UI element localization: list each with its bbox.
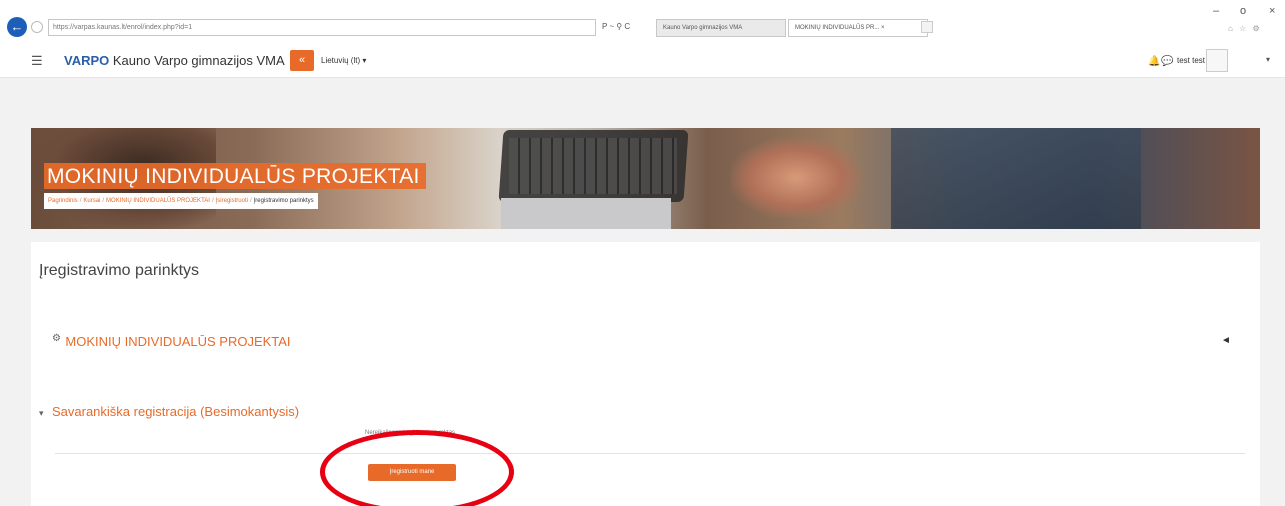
course-link-row[interactable]: ⚙ MOKINIŲ INDIVIDUALŪS PROJEKTAI [52,333,291,351]
enrolment-card: Įregistravimo parinktys ⚙ MOKINIŲ INDIVI… [31,242,1260,506]
menu-icon[interactable]: ☰ [31,53,43,69]
course-name-link[interactable]: MOKINIŲ INDIVIDUALŪS PROJEKTAI [65,334,290,349]
language-selector[interactable]: Lietuvių (lt) ▾ [321,56,366,65]
share-icon[interactable]: « [290,50,314,71]
breadcrumb-courses[interactable]: Kursai [83,198,100,204]
breadcrumb-home[interactable]: Pagrindinis [48,198,78,204]
course-banner-title: MOKINIŲ INDIVIDUALŪS PROJEKTAI [44,163,426,189]
browser-tool-icons[interactable]: ⌂ ☆ ⚙ [1228,24,1262,33]
breadcrumb-enrol[interactable]: Įsiregistruoti [216,198,248,204]
browser-tab-course[interactable]: MOKINIŲ INDIVIDUALŪS PR... × [788,19,928,37]
messages-icon[interactable]: 💬 [1161,56,1173,67]
maximize-button[interactable]: o [1240,5,1246,17]
breadcrumb-course[interactable]: MOKINIŲ INDIVIDUALŪS PROJEKTAI [106,198,210,204]
site-brand[interactable]: VARPO Kauno Varpo gimnazijos VMA [64,53,285,68]
collapse-caret-icon[interactable]: ▾ [39,408,44,418]
banner-photo-hands [731,138,861,218]
address-bar[interactable]: https://varpas.kaunas.lt/enrol/index.php… [48,19,596,36]
banner-photo-shirt [891,128,1141,229]
course-icon: ⚙ [52,333,61,344]
forward-icon[interactable] [31,21,43,33]
back-arrow-icon[interactable]: ← [7,17,27,37]
new-tab-button[interactable] [921,21,933,33]
minimize-button[interactable]: – [1213,5,1219,17]
address-tools[interactable]: P ~ ⚲ C [602,22,630,31]
page-title: Įregistravimo parinktys [39,262,200,279]
avatar[interactable] [1206,49,1228,72]
banner-photo-laptop-base [501,198,671,229]
breadcrumb: Pagrindinis / Kursai / MOKINIŲ INDIVIDUALŪS … [44,193,318,209]
close-window-button[interactable]: × [1269,5,1275,17]
enrol-method-header[interactable]: ▾ Savarankiška registracija (Besimokanty… [39,403,299,421]
site-logo[interactable]: VARPO [64,53,109,68]
breadcrumb-current: Įregistravimo parinktys [253,198,314,204]
browser-toolbar: ← https://varpas.kaunas.lt/enrol/index.p… [0,0,1285,44]
user-name[interactable]: test test [1177,56,1205,65]
enrol-method-title[interactable]: Savarankiška registracija (Besimokantysi… [52,404,299,419]
user-menu-caret-icon[interactable]: ▾ [1266,55,1270,64]
course-header-banner: MOKINIŲ INDIVIDUALŪS PROJEKTAI Pagrindin… [31,128,1260,229]
notifications-bell-icon[interactable]: 🔔 [1148,56,1160,67]
browser-tab-site[interactable]: Kauno Varpo gimnazijos VMA [656,19,786,37]
form-divider [55,453,1245,454]
highlight-annotation-circle [320,430,514,506]
site-name[interactable]: Kauno Varpo gimnazijos VMA [113,53,285,68]
site-navbar: ☰ VARPO Kauno Varpo gimnazijos VMA « Lie… [0,44,1285,78]
self-enrol-icon: ◄ [1221,335,1231,346]
banner-photo-keyboard [509,138,677,194]
